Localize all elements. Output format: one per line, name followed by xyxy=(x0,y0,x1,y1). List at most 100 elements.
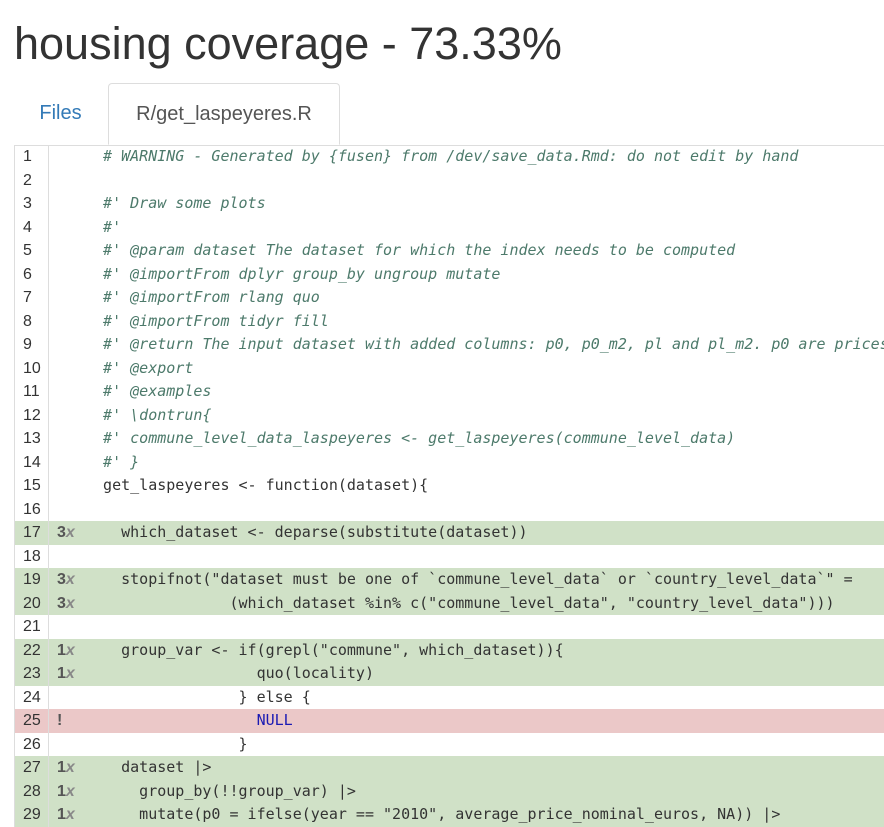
line-number: 24 xyxy=(15,685,49,709)
code-line: 18 xyxy=(15,544,884,569)
hit-count-value: ! xyxy=(57,712,63,729)
hit-count: 1x xyxy=(49,803,82,827)
hit-count xyxy=(49,498,82,522)
line-number: 6 xyxy=(15,262,49,286)
source-text-content: group_by(!!group_var) |> xyxy=(85,781,356,800)
code-line: 25! NULL xyxy=(15,709,884,733)
hit-count-value: 3 xyxy=(57,571,66,588)
source-text xyxy=(82,169,884,193)
line-number: 18 xyxy=(15,544,49,568)
source-text-content: group_var <- if(grepl("commune", which_d… xyxy=(85,640,564,659)
hit-count-value: 3 xyxy=(57,524,66,541)
code-line: 27 1x dataset |> xyxy=(15,756,884,780)
source-text: NULL xyxy=(82,709,884,733)
code-line: 13 #' commune_level_data_laspeyeres <- g… xyxy=(15,427,884,451)
source-code-listing: 1 # WARNING - Generated by {fusen} from … xyxy=(14,145,884,827)
hit-count xyxy=(49,380,82,404)
line-number: 12 xyxy=(15,403,49,427)
tab-source-file[interactable]: R/get_laspeyeres.R xyxy=(108,83,340,145)
code-line: 7 #' @importFrom rlang quo xyxy=(15,286,884,310)
code-line: 2 xyxy=(15,168,884,193)
hit-count xyxy=(49,239,82,263)
source-text-content: which_dataset <- deparse(substitute(data… xyxy=(85,523,528,541)
code-line: 1 # WARNING - Generated by {fusen} from … xyxy=(15,145,884,169)
source-text: #' @return The input dataset with added … xyxy=(82,333,884,357)
hit-count: 1x xyxy=(49,639,82,663)
code-line: 23 1x quo(locality) xyxy=(15,662,884,686)
line-number: 3 xyxy=(15,192,49,216)
source-text-content: # WARNING - Generated by {fusen} from /d… xyxy=(85,147,799,165)
hit-count: 3x xyxy=(49,521,82,545)
line-number: 23 xyxy=(15,662,49,686)
hit-count xyxy=(49,263,82,287)
source-text xyxy=(82,545,884,569)
source-text xyxy=(82,615,884,639)
source-text: which_dataset <- deparse(substitute(data… xyxy=(82,521,884,545)
code-line: 3 #' Draw some plots xyxy=(15,192,884,216)
source-text-content: #' @importFrom tidyr fill xyxy=(85,311,329,330)
line-number: 10 xyxy=(15,356,49,380)
source-text-content: #' @importFrom dplyr group_by ungroup mu… xyxy=(85,264,501,283)
source-text-content: (which_dataset %in% c("commune_level_dat… xyxy=(85,593,835,612)
hit-count-suffix: x xyxy=(65,665,75,682)
code-line: 16 xyxy=(15,497,884,522)
hit-count xyxy=(49,545,82,569)
code-line: 20 3x (which_dataset %in% c("commune_leve… xyxy=(15,591,884,616)
source-text-content: quo(locality) xyxy=(85,664,374,682)
hit-count: 1x xyxy=(49,662,82,686)
hit-count-suffix: x xyxy=(65,594,75,612)
source-text-content: #' xyxy=(85,217,122,236)
source-text: quo(locality) xyxy=(82,662,884,686)
source-text-content: #' @examples xyxy=(85,382,212,400)
source-text: } else { xyxy=(82,686,884,710)
line-number: 28 xyxy=(15,779,49,803)
hit-count xyxy=(49,192,82,216)
line-number: 17 xyxy=(15,521,49,545)
code-line: 19 3x stopifnot("dataset must be one of `… xyxy=(15,568,884,592)
code-line: 26 } xyxy=(15,732,884,757)
hit-count xyxy=(49,404,82,428)
code-line: 28 1x group_by(!!group_var) |> xyxy=(15,779,884,804)
hit-count-suffix: x xyxy=(65,782,75,800)
page-title: housing coverage - 73.33% xyxy=(14,18,562,69)
hit-count xyxy=(49,451,82,475)
source-text: (which_dataset %in% c("commune_level_dat… xyxy=(82,592,884,616)
hit-count: 1x xyxy=(49,780,82,804)
source-text-content: get_laspeyeres <- function(dataset){ xyxy=(85,476,429,494)
source-text: #' @importFrom tidyr fill xyxy=(82,310,884,334)
source-text-content: #' @return The input dataset with added … xyxy=(85,335,884,353)
source-text: dataset |> xyxy=(82,756,884,780)
hit-count xyxy=(49,686,82,710)
source-text-content: #' \dontrun{ xyxy=(85,405,212,424)
source-text: group_by(!!group_var) |> xyxy=(82,780,884,804)
source-text: #' } xyxy=(82,451,884,475)
source-text-content: #' } xyxy=(85,452,140,471)
hit-count xyxy=(49,474,82,498)
source-text-content: #' @param dataset The dataset for which … xyxy=(85,241,736,259)
tab-files[interactable]: Files xyxy=(14,83,107,144)
hit-count xyxy=(49,333,82,357)
code-line: 10 #' @export xyxy=(15,356,884,381)
line-number: 20 xyxy=(15,591,49,615)
hit-count-value: 1 xyxy=(57,759,66,776)
hit-count xyxy=(49,615,82,639)
source-text-content: } xyxy=(85,734,248,753)
code-line: 29 1x mutate(p0 = ifelse(year == "2010", … xyxy=(15,803,884,827)
source-text-content: mutate(p0 = ifelse(year == "2010", avera… xyxy=(85,805,781,823)
code-line: 12 #' \dontrun{ xyxy=(15,403,884,428)
line-number: 5 xyxy=(15,239,49,263)
source-text-content: #' @importFrom rlang quo xyxy=(85,288,320,306)
hit-count xyxy=(49,733,82,757)
hit-count-suffix: x xyxy=(65,524,75,541)
source-text: } xyxy=(82,733,884,757)
line-number: 8 xyxy=(15,309,49,333)
code-line: 4 #' xyxy=(15,215,884,239)
code-line: 17 3x which_dataset <- deparse(substitute… xyxy=(15,521,884,545)
hit-count-value: 1 xyxy=(57,665,66,682)
line-number: 1 xyxy=(15,145,49,169)
source-text: #' @export xyxy=(82,357,884,381)
hit-count xyxy=(49,169,82,193)
hit-count: 3x xyxy=(49,568,82,592)
line-number: 19 xyxy=(15,568,49,592)
source-text xyxy=(82,498,884,522)
